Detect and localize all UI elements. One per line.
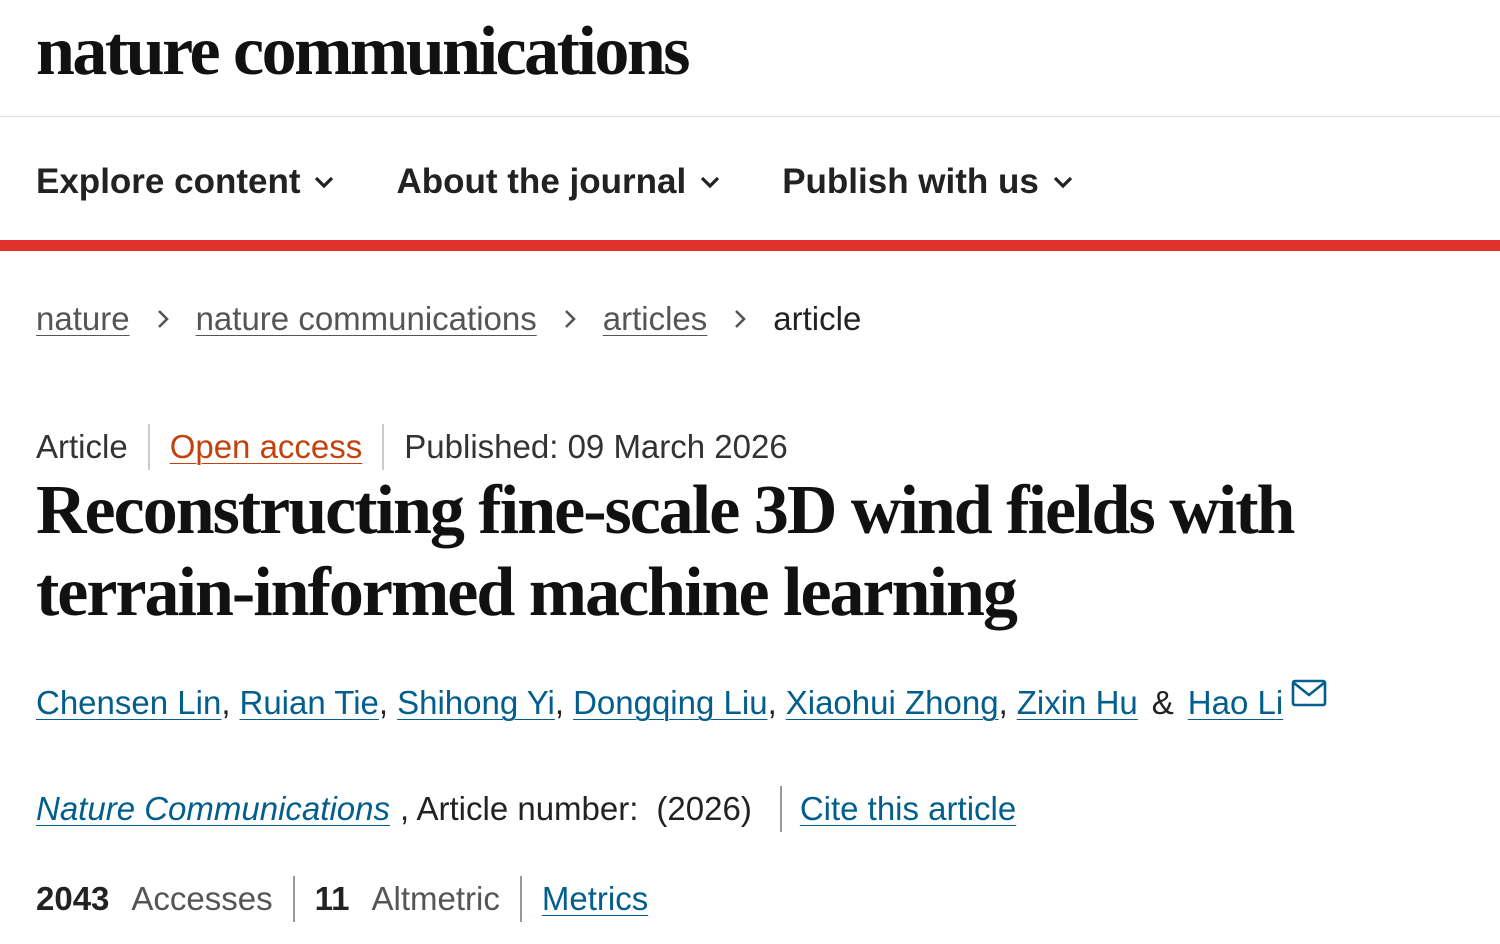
chevron-right-icon: [157, 310, 169, 328]
chevron-down-icon: [701, 176, 720, 189]
header-divider: [0, 116, 1500, 117]
breadcrumb-link-articles[interactable]: articles: [603, 300, 708, 338]
author-list: Chensen Lin, Ruian Tie, Shihong Yi, Dong…: [36, 679, 1327, 722]
author-link[interactable]: Ruian Tie: [239, 684, 378, 722]
author-link[interactable]: Shihong Yi: [397, 684, 555, 722]
author-separator: ,: [998, 684, 1008, 721]
author-link[interactable]: Chensen Lin: [36, 684, 221, 722]
metrics-divider: [292, 876, 295, 922]
breadcrumb: nature nature communications articles ar…: [36, 300, 861, 338]
breadcrumb-link-nature-communications[interactable]: nature communications: [196, 300, 537, 338]
nav-explore-content[interactable]: Explore content: [36, 162, 334, 202]
nav-about-journal[interactable]: About the journal: [396, 162, 720, 202]
article-number-label: , Article number:: [399, 790, 639, 827]
author-link[interactable]: Zixin Hu: [1017, 684, 1138, 722]
cite-divider: [779, 786, 782, 832]
nav-label: Explore content: [36, 162, 301, 201]
author-separator: ,: [378, 684, 389, 721]
metrics-link[interactable]: Metrics: [542, 880, 648, 918]
mail-icon[interactable]: [1291, 679, 1327, 707]
nav-label: Publish with us: [782, 162, 1039, 201]
journal-link[interactable]: Nature Communications: [36, 790, 390, 828]
journal-logo[interactable]: nature communications: [36, 12, 691, 92]
nav-label: About the journal: [396, 162, 687, 201]
author-link[interactable]: Xiaohui Zhong: [786, 684, 999, 722]
author-separator: ,: [767, 684, 777, 721]
metrics-divider: [519, 876, 522, 922]
article-metrics: 2043 Accesses 11 Altmetric Metrics: [36, 876, 648, 922]
accesses-label: Accesses: [131, 880, 273, 917]
cite-this-article-link[interactable]: Cite this article: [800, 790, 1016, 828]
meta-divider: [147, 424, 150, 470]
chevron-right-icon: [564, 310, 576, 328]
chevron-down-icon: [315, 176, 334, 189]
article-title: Reconstructing fine-scale 3D wind fields…: [36, 472, 1295, 631]
altmetric-label: Altmetric: [371, 880, 500, 917]
altmetric-count: 11: [314, 880, 350, 917]
nav-publish-with-us[interactable]: Publish with us: [782, 162, 1073, 202]
author-link[interactable]: Dongqing Liu: [573, 684, 768, 722]
accent-bar: [0, 240, 1500, 251]
open-access-link[interactable]: Open access: [170, 428, 363, 466]
author-separator: ,: [221, 684, 231, 721]
main-nav: Explore content About the journal Publis…: [36, 158, 1073, 206]
breadcrumb-current: article: [773, 300, 862, 337]
chevron-down-icon: [1053, 176, 1073, 189]
article-meta: Article Open access Published: 09 March …: [36, 424, 788, 470]
author-joiner: &: [1151, 684, 1174, 721]
accesses-count: 2043: [36, 880, 110, 917]
citation-line: Nature Communications , Article number: …: [36, 786, 1016, 832]
article-year: (2026): [656, 790, 752, 827]
author-link[interactable]: Hao Li: [1188, 684, 1283, 722]
meta-divider: [382, 424, 385, 470]
article-type: Article: [36, 428, 128, 465]
chevron-right-icon: [735, 310, 747, 328]
published-date: Published: 09 March 2026: [404, 428, 788, 465]
breadcrumb-link-nature[interactable]: nature: [36, 300, 130, 338]
author-separator: ,: [554, 684, 565, 721]
